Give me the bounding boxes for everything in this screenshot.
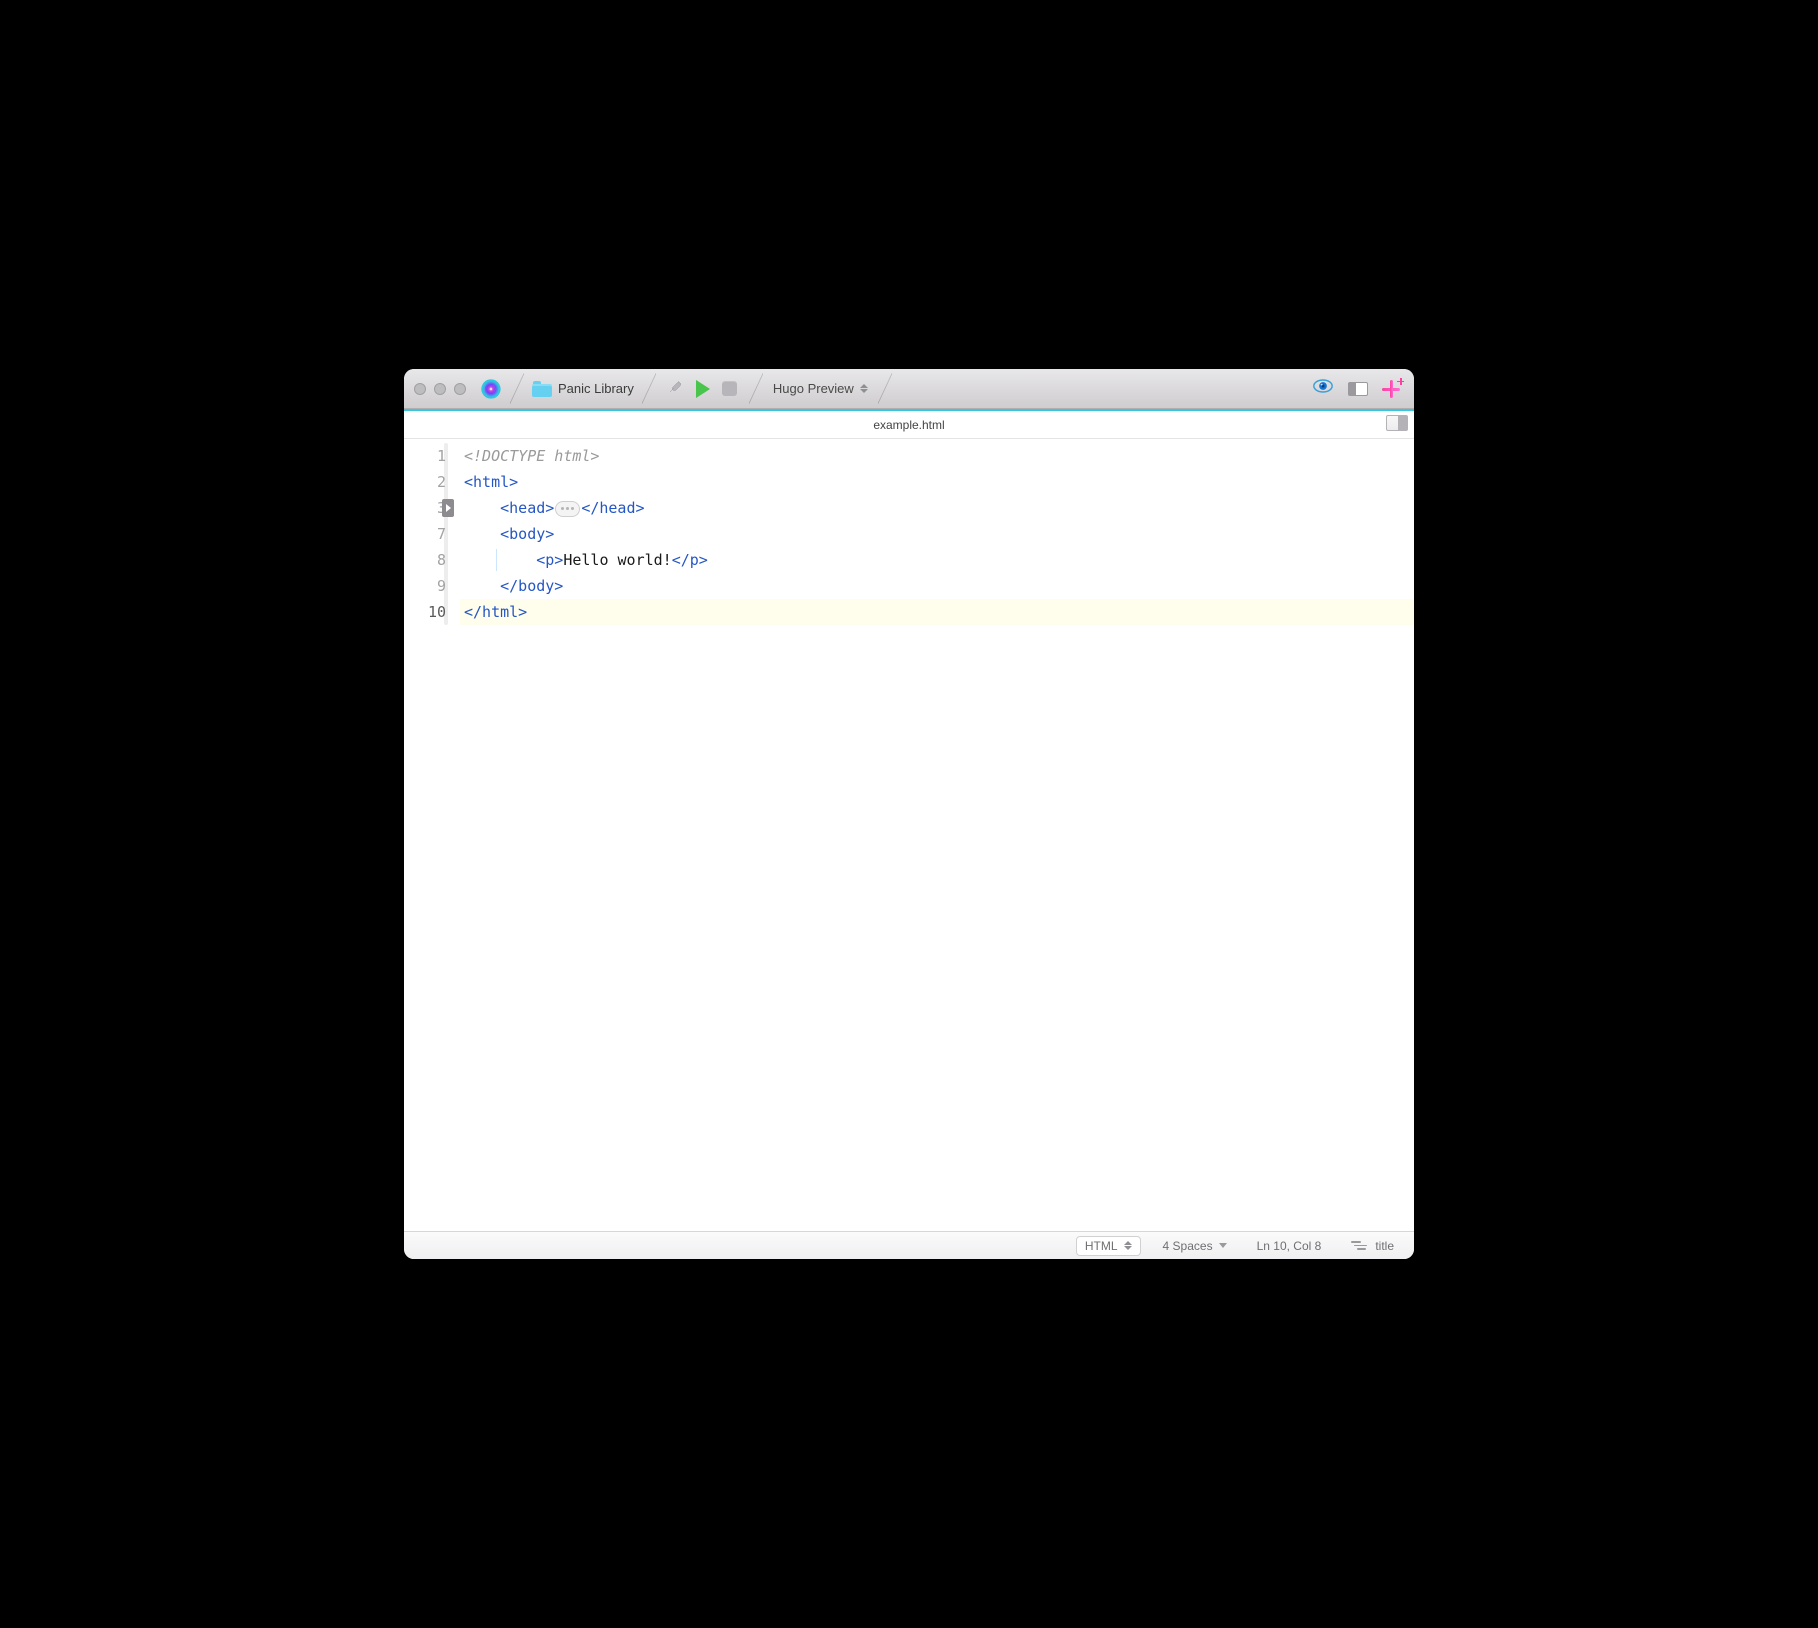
code-editor[interactable]: 12378910 <!DOCTYPE html> <html> <head> </h… bbox=[404, 439, 1414, 1231]
symbols-selector[interactable]: title bbox=[1343, 1237, 1402, 1255]
code-line[interactable]: <p>Hello world!</p> bbox=[460, 547, 1414, 573]
syntax-selector[interactable]: HTML bbox=[1076, 1236, 1141, 1256]
line-number-gutter: 12378910 bbox=[404, 439, 452, 1231]
code-token: <body> bbox=[500, 525, 554, 543]
close-window-button[interactable] bbox=[414, 383, 426, 395]
code-area[interactable]: <!DOCTYPE html> <html> <head> </head> <bod… bbox=[452, 439, 1414, 1231]
status-bar: HTML 4 Spaces Ln 10, Col 8 title bbox=[404, 1231, 1414, 1259]
document-tab-label[interactable]: example.html bbox=[873, 418, 944, 432]
line-number: 1 bbox=[404, 443, 446, 469]
code-line[interactable]: <head> </head> bbox=[460, 495, 1414, 521]
project-name-label: Panic Library bbox=[558, 381, 634, 396]
chevron-down-icon bbox=[1219, 1243, 1227, 1248]
code-token: Hello world! bbox=[563, 551, 671, 569]
symbols-label: title bbox=[1375, 1239, 1394, 1253]
tab-strip: example.html bbox=[404, 411, 1414, 439]
code-line[interactable]: </html> bbox=[460, 599, 1414, 625]
code-token: <!DOCTYPE html> bbox=[464, 447, 599, 465]
code-token: </body> bbox=[500, 577, 563, 595]
symbols-icon bbox=[1351, 1241, 1367, 1250]
folder-icon bbox=[532, 381, 552, 397]
line-number: 7 bbox=[404, 521, 446, 547]
stop-button[interactable] bbox=[722, 381, 737, 396]
line-number: 2 bbox=[404, 469, 446, 495]
toolbar: Panic Library Hugo Preview bbox=[404, 369, 1414, 409]
line-number: 3 bbox=[404, 495, 446, 521]
line-number: 8 bbox=[404, 547, 446, 573]
preview-button[interactable] bbox=[1312, 375, 1334, 402]
task-name-label: Hugo Preview bbox=[773, 381, 854, 396]
code-line[interactable]: <!DOCTYPE html> bbox=[460, 443, 1414, 469]
indent-selector[interactable]: 4 Spaces bbox=[1155, 1237, 1235, 1255]
app-logo-icon bbox=[480, 378, 502, 400]
code-token: <head> bbox=[500, 499, 554, 517]
code-token: <p> bbox=[536, 551, 563, 569]
cursor-position-label: Ln 10, Col 8 bbox=[1257, 1239, 1322, 1253]
toggle-right-panel-button[interactable] bbox=[1386, 415, 1408, 431]
folded-code-pill[interactable] bbox=[555, 501, 580, 517]
new-tab-button[interactable] bbox=[1382, 380, 1400, 398]
toolbar-separator bbox=[878, 369, 892, 408]
chevron-updown-icon bbox=[1124, 1241, 1132, 1250]
window-traffic-lights bbox=[414, 383, 466, 395]
line-number: 9 bbox=[404, 573, 446, 599]
build-button[interactable] bbox=[668, 378, 684, 399]
toolbar-separator bbox=[642, 369, 656, 408]
cursor-position[interactable]: Ln 10, Col 8 bbox=[1249, 1237, 1330, 1255]
code-token: </html> bbox=[464, 603, 527, 621]
indent-guide bbox=[496, 549, 497, 571]
minimize-window-button[interactable] bbox=[434, 383, 446, 395]
chevron-updown-icon bbox=[860, 384, 868, 393]
line-number: 10 bbox=[404, 599, 446, 625]
syntax-label: HTML bbox=[1085, 1239, 1118, 1253]
project-selector[interactable]: Panic Library bbox=[526, 381, 640, 397]
editor-window: Panic Library Hugo Preview bbox=[404, 369, 1414, 1259]
code-token: </p> bbox=[672, 551, 708, 569]
zoom-window-button[interactable] bbox=[454, 383, 466, 395]
task-selector[interactable]: Hugo Preview bbox=[765, 381, 876, 396]
code-token: </head> bbox=[581, 499, 644, 517]
toolbar-separator bbox=[749, 369, 763, 408]
code-line[interactable]: <html> bbox=[460, 469, 1414, 495]
toggle-sidebar-button[interactable] bbox=[1348, 382, 1368, 396]
toolbar-separator bbox=[510, 369, 524, 408]
indent-label: 4 Spaces bbox=[1163, 1239, 1213, 1253]
code-token: <html> bbox=[464, 473, 518, 491]
code-line[interactable]: <body> bbox=[460, 521, 1414, 547]
code-line[interactable]: </body> bbox=[460, 573, 1414, 599]
run-button[interactable] bbox=[696, 380, 710, 398]
